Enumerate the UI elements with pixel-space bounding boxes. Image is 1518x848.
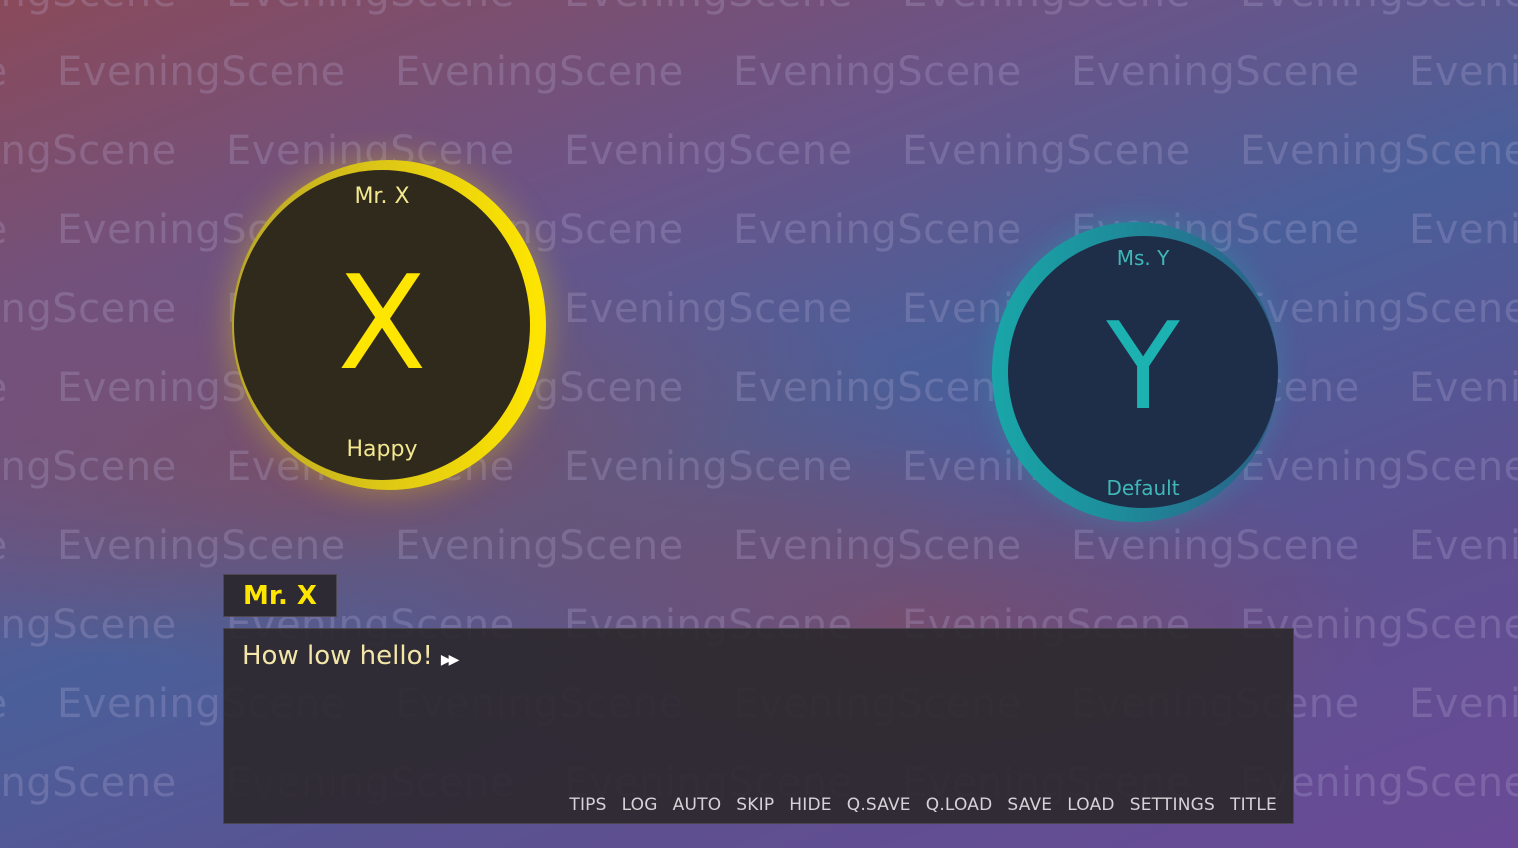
auto-button[interactable]: AUTO bbox=[673, 795, 722, 815]
watermark-text: EveningScene bbox=[0, 523, 57, 569]
watermark-row: EveningScene EveningScene EveningScene Even… bbox=[0, 128, 1518, 174]
watermark-text: EveningScene bbox=[395, 49, 684, 95]
watermark-row: EveningSceneEveningSceneEveningSceneEven… bbox=[0, 365, 1518, 411]
watermark-text: EveningScene bbox=[0, 286, 177, 332]
fast-forward-icon: ▶▶ bbox=[440, 652, 459, 668]
settings-button[interactable]: SETTINGS bbox=[1130, 795, 1215, 815]
watermark-text: EveningScene bbox=[57, 523, 346, 569]
portrait-name-label: Mr. X bbox=[354, 184, 410, 209]
portrait-name-label: Ms. Y bbox=[1116, 246, 1170, 270]
dialogue-text: How low hello! bbox=[242, 641, 433, 671]
watermark-text: EveningScene bbox=[1409, 49, 1518, 95]
watermark-text: EveningScene bbox=[226, 0, 564, 16]
portrait-letter: X bbox=[337, 247, 427, 399]
watermark-text: EveningScene bbox=[1071, 523, 1360, 569]
speaker-name: Mr. X bbox=[243, 580, 317, 611]
watermark-text: EveningScene bbox=[0, 128, 177, 174]
watermark-text: EveningScene bbox=[0, 49, 57, 95]
tips-button[interactable]: TIPS bbox=[569, 795, 606, 815]
watermark-text: EveningScene bbox=[0, 760, 177, 806]
watermark-text: EveningScene bbox=[564, 128, 853, 174]
quick-load-button[interactable]: Q.LOAD bbox=[926, 795, 993, 815]
watermark-text: EveningScene bbox=[0, 0, 226, 16]
watermark-text: EveningScene bbox=[1409, 365, 1518, 411]
watermark-text: EveningScene bbox=[0, 365, 57, 411]
watermark-text: EveningScene bbox=[1409, 681, 1518, 727]
watermark-text: EveningScene bbox=[0, 444, 177, 490]
save-button[interactable]: SAVE bbox=[1007, 795, 1052, 815]
log-button[interactable]: LOG bbox=[622, 795, 658, 815]
load-button[interactable]: LOAD bbox=[1067, 795, 1114, 815]
title-button[interactable]: TITLE bbox=[1230, 795, 1277, 815]
watermark-row: EveningSceneEveningSceneEveningSceneEven… bbox=[0, 523, 1518, 569]
watermark-text: EveningScene bbox=[564, 286, 853, 332]
watermark-text: EveningScene bbox=[1409, 523, 1518, 569]
watermark-text: EveningScene bbox=[1071, 49, 1360, 95]
watermark-text: EveningScene bbox=[733, 49, 1022, 95]
portrait-mood-label: Default bbox=[1106, 476, 1180, 500]
quick-menu: TIPS LOG AUTO SKIP HIDE Q.SAVE Q.LOAD SA… bbox=[569, 795, 1277, 815]
watermark-text: EveningScene bbox=[1240, 286, 1518, 332]
watermark-text: EveningScene bbox=[57, 49, 346, 95]
hide-button[interactable]: HIDE bbox=[789, 795, 831, 815]
watermark-text: EveningScene bbox=[902, 0, 1240, 16]
watermark-row: EveningSceneEveningSceneEveningSceneEven… bbox=[0, 286, 1518, 332]
portrait-ms-y: Ms. Y Y Default bbox=[1008, 236, 1278, 508]
portrait-mood-label: Happy bbox=[346, 437, 418, 462]
watermark-text: EveningScene bbox=[564, 0, 902, 16]
watermark-text: EveningScene bbox=[1240, 444, 1518, 490]
watermark-text: EveningScene bbox=[564, 444, 853, 490]
skip-button[interactable]: SKIP bbox=[736, 795, 774, 815]
watermark-text: EveningScene bbox=[0, 602, 177, 648]
watermark-row: EveningSceneEveningSceneEveningSceneEven… bbox=[0, 207, 1518, 253]
watermark-text: EveningScene bbox=[1240, 128, 1518, 174]
quick-save-button[interactable]: Q.SAVE bbox=[847, 795, 911, 815]
portrait-letter: Y bbox=[1106, 298, 1180, 437]
watermark-text: EveningScene bbox=[1240, 0, 1518, 16]
watermark-text: EveningScene bbox=[395, 523, 684, 569]
watermark-text: EveningScene bbox=[0, 207, 57, 253]
watermark-text: EveningScene bbox=[733, 523, 1022, 569]
scene-background: EveningScene EveningScene EveningScene Even… bbox=[0, 0, 1518, 848]
watermark-text: EveningScene bbox=[0, 681, 57, 727]
dialogue-box[interactable]: How low hello! ▶▶ TIPS LOG AUTO SKIP HID… bbox=[223, 628, 1294, 824]
watermark-row: EveningSceneEveningSceneEveningSceneEven… bbox=[0, 49, 1518, 95]
watermark-row: EveningSceneEveningSceneEveningSceneEven… bbox=[0, 444, 1518, 490]
watermark-text: EveningScene bbox=[902, 128, 1191, 174]
watermark-row: EveningSceneEveningSceneEveningSceneEven… bbox=[0, 0, 1518, 16]
portrait-mr-x: Mr. X X Happy bbox=[234, 170, 530, 480]
watermark-text: EveningScene bbox=[1409, 207, 1518, 253]
speaker-name-box: Mr. X bbox=[223, 574, 337, 617]
dialogue-line: How low hello! ▶▶ bbox=[242, 641, 459, 671]
